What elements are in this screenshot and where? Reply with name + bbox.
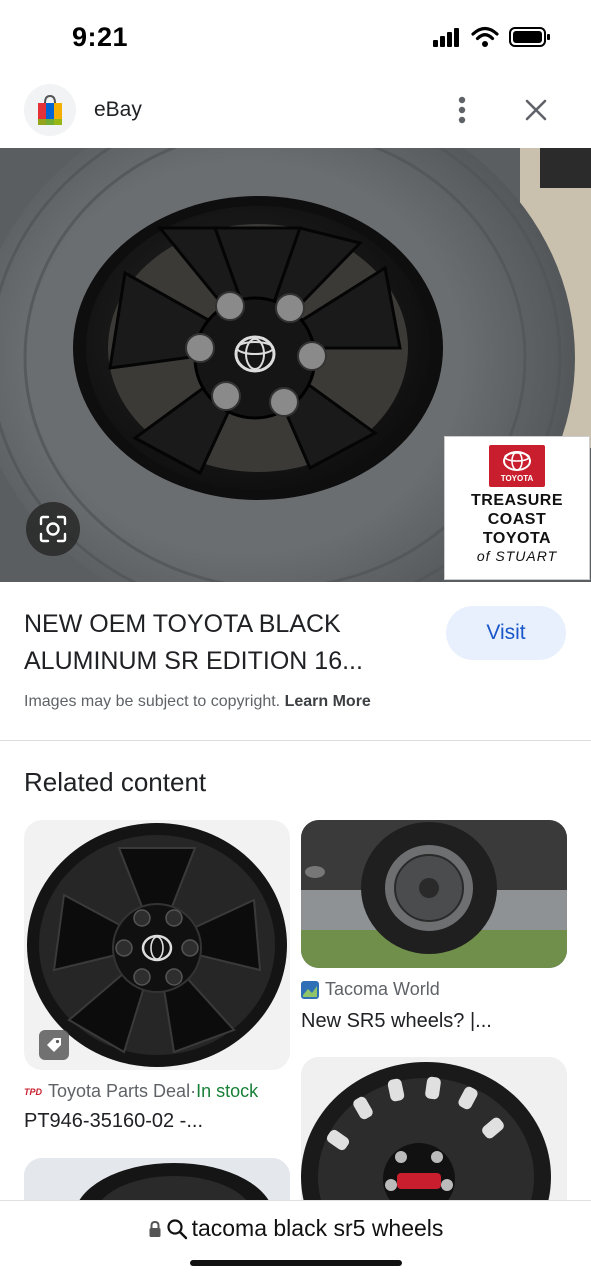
app-header: eBay	[0, 78, 591, 148]
dealer-line: TOYOTA	[482, 530, 552, 547]
source-name: Tacoma World	[325, 979, 440, 999]
close-button[interactable]	[516, 90, 556, 130]
divider	[0, 740, 591, 741]
lens-search-button[interactable]	[26, 502, 80, 556]
dealer-subline: of STUART	[476, 548, 558, 564]
related-card-image[interactable]	[301, 1057, 567, 1222]
cellular-signal-icon	[433, 28, 459, 47]
dealer-line: TREASURE	[470, 492, 563, 509]
lock-icon	[149, 1220, 161, 1237]
site-name[interactable]: eBay	[94, 98, 142, 122]
related-heading: Related content	[24, 767, 207, 797]
availability-label: In stock	[196, 1081, 259, 1101]
more-vertical-icon	[458, 96, 466, 124]
shopping-bag-icon	[38, 94, 62, 125]
visit-button[interactable]: Visit	[446, 606, 566, 660]
related-card-title[interactable]: New SR5 wheels? |...	[301, 1010, 492, 1033]
tpd-logo-icon: TPD	[24, 1086, 42, 1097]
product-tag-badge	[39, 1030, 69, 1060]
copyright-notice: Images may be subject to copyright. Lear…	[24, 693, 371, 711]
search-icon	[166, 1218, 187, 1239]
related-card-image[interactable]	[24, 820, 290, 1070]
bottom-address-bar[interactable]: tacoma black sr5 wheels	[0, 1200, 591, 1279]
dealer-badge: TOYOTA TREASURE COAST TOYOTA of STUART	[444, 436, 590, 580]
price-tag-icon	[47, 1038, 61, 1052]
address-bar[interactable]: tacoma black sr5 wheels	[0, 1215, 591, 1242]
lens-search-icon	[39, 515, 67, 543]
related-card-source: TPD Toyota Parts Deal · In stock	[24, 1081, 258, 1102]
related-card-title[interactable]: PT946-35160-02 -...	[24, 1110, 203, 1133]
copyright-text: Images may be subject to copyright.	[24, 693, 281, 710]
site-favicon-icon	[301, 980, 319, 999]
home-indicator[interactable]	[190, 1260, 402, 1266]
status-icons	[433, 26, 551, 48]
status-bar: 9:21	[0, 0, 591, 78]
url-text[interactable]: tacoma black sr5 wheels	[192, 1215, 444, 1242]
toyota-logo: TOYOTA	[489, 445, 545, 487]
wifi-icon	[471, 26, 499, 47]
learn-more-link[interactable]: Learn More	[285, 693, 371, 710]
result-title[interactable]: NEW OEM TOYOTA BLACK ALUMINUM SR EDITION…	[24, 606, 424, 680]
related-card-source: Tacoma World	[301, 979, 440, 1000]
hero-image[interactable]: TOYOTA TREASURE COAST TOYOTA of STUART	[0, 148, 591, 582]
source-name: Toyota Parts Deal	[48, 1081, 191, 1101]
close-icon	[525, 99, 547, 121]
truck-wheel-photo	[301, 820, 567, 968]
battery-icon	[509, 27, 550, 47]
more-options-button[interactable]	[446, 90, 478, 130]
status-time: 9:21	[72, 22, 129, 52]
dealer-line: COAST	[487, 511, 547, 528]
site-logo[interactable]	[24, 84, 76, 136]
trd-wheel-photo	[301, 1057, 567, 1222]
dealer-brand-text: TOYOTA	[500, 474, 534, 483]
related-card-image[interactable]	[301, 820, 567, 968]
